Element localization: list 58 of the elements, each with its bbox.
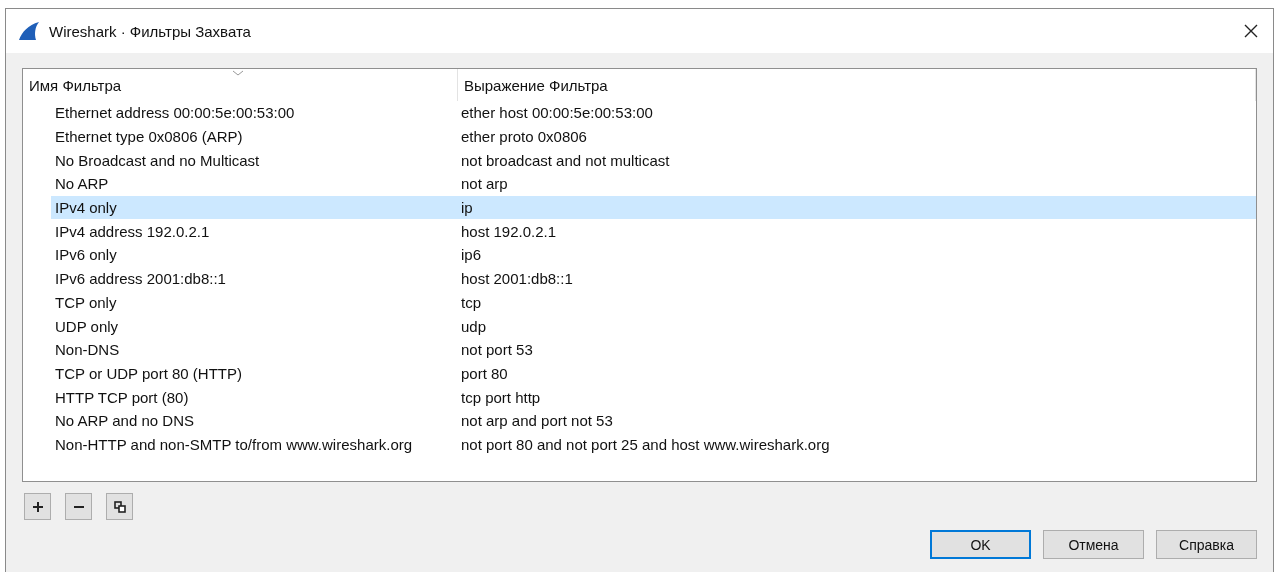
table-cell-text: No ARP	[54, 175, 110, 193]
table-cell-text: Ethernet type 0x0806 (ARP)	[54, 128, 244, 146]
table-cell-text: not arp and port not 53	[460, 412, 613, 430]
copy-icon	[113, 500, 126, 513]
table-cell-text: not arp	[460, 175, 508, 193]
table-row[interactable]: TCP only tcp	[51, 290, 1256, 315]
table-cell-text: Non-DNS	[54, 341, 121, 359]
dialog-button[interactable]: Отмена	[1043, 530, 1144, 559]
table-cell-text: host 2001:db8::1	[460, 270, 573, 288]
table-row[interactable]: IPv4 only ip	[51, 195, 1256, 220]
table-row[interactable]: IPv6 only ip6	[51, 243, 1256, 267]
table-cell-text: ip6	[460, 246, 482, 264]
table-row[interactable]: TCP or UDP port 80 (HTTP) port 80	[51, 361, 1256, 386]
table-cell-text: No Broadcast and no Multicast	[54, 151, 261, 169]
table-cell-text: not port 53	[460, 341, 533, 359]
remove-button[interactable]	[65, 493, 92, 520]
table-cell-text: IPv4 only	[54, 199, 118, 217]
table-cell-text: not port 80 and not port 25 and host www.wireshark.org	[460, 435, 830, 453]
column-header[interactable]: Выражение Фильтра	[457, 69, 1256, 101]
table-cell-text: ether host 00:00:5e:00:53:00	[460, 104, 653, 122]
table-cell-text: tcp	[460, 293, 481, 311]
add-button[interactable]	[24, 493, 51, 520]
table-row[interactable]: No Broadcast and no Multicast not broadcast and not multicast	[51, 148, 1256, 173]
fin-icon	[18, 22, 40, 40]
table-cell-text: Ethernet address 00:00:5e:00:53:00	[54, 104, 296, 122]
dialog-button[interactable]: Справка	[1156, 530, 1257, 559]
table-cell-text: UDP only	[54, 317, 120, 335]
table-row[interactable]: Ethernet type 0x0806 (ARP) ether proto 0x0806	[51, 124, 1256, 149]
plus-icon	[31, 500, 44, 513]
table-row[interactable]: Ethernet address 00:00:5e:00:53:00 ether host 00:00:5e:00:53:00	[51, 101, 1256, 125]
table-cell-text: TCP only	[54, 293, 118, 311]
table-row[interactable]: No ARP and no DNS not arp and port not 53	[51, 408, 1256, 433]
table-cell-text: not broadcast and not multicast	[460, 151, 670, 169]
table-cell-text: TCP or UDP port 80 (HTTP)	[54, 364, 243, 382]
table-row[interactable]: Non-DNS not port 53	[51, 337, 1256, 362]
table-cell-text: HTTP TCP port (80)	[54, 388, 190, 406]
table-cell-text: ether proto 0x0806	[460, 128, 587, 146]
table-row[interactable]: IPv6 address 2001:db8::1 host 2001:db8::1	[51, 266, 1256, 291]
table-cell-text: IPv6 address 2001:db8::1	[54, 270, 227, 288]
table-row[interactable]: HTTP TCP port (80) tcp port http	[51, 385, 1256, 409]
table-cell-text: ip	[460, 199, 473, 217]
table-cell-text: port 80	[460, 364, 508, 382]
table-cell-text: IPv4 address 192.0.2.1	[54, 222, 211, 240]
table-cell-text: IPv6 only	[54, 246, 118, 264]
close-icon[interactable]	[1243, 23, 1259, 39]
table-cell-text: udp	[460, 317, 487, 335]
table-row[interactable]: Non-HTTP and non-SMTP to/from www.wireshark.org not port 80 and not port 25 and host www.wireshark.org	[51, 432, 1256, 457]
column-header[interactable]: Имя Фильтра	[23, 69, 458, 101]
table-row[interactable]: IPv4 address 192.0.2.1 host 192.0.2.1	[51, 219, 1256, 244]
table-row[interactable]: No ARP not arp	[51, 172, 1256, 196]
window-title: Wireshark · Фильтры Захвата	[49, 22, 252, 40]
dialog-button[interactable]: OK	[930, 530, 1031, 559]
copy-button[interactable]	[106, 493, 133, 520]
table-row[interactable]: UDP only udp	[51, 314, 1256, 338]
table-cell-text: No ARP and no DNS	[54, 412, 195, 430]
table-cell-text: host 192.0.2.1	[460, 222, 557, 240]
table-cell-text: tcp port http	[460, 388, 541, 406]
table-cell-text: Non-HTTP and non-SMTP to/from www.wireshark.org	[54, 435, 414, 453]
